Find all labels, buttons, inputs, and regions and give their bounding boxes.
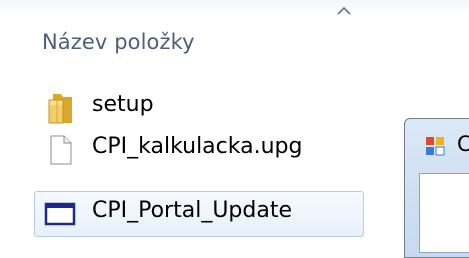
list-item-cpi-kalkulacka[interactable]: CPI_kalkulacka.upg xyxy=(34,127,364,171)
document-icon xyxy=(50,135,72,165)
file-explorer-pane: Název položky setup CPI_kalkulacka.upg C… xyxy=(0,0,469,249)
file-name: setup xyxy=(92,92,154,117)
file-name: CPI_kalkulacka.upg xyxy=(92,134,303,159)
column-header-name[interactable]: Název položky xyxy=(0,10,469,68)
dialog-title: C xyxy=(457,132,469,156)
application-window-icon xyxy=(44,202,76,226)
dialog-window[interactable]: C xyxy=(404,118,469,258)
dialog-content-area xyxy=(419,173,469,253)
file-name: CPI_Portal_Update xyxy=(92,198,292,223)
list-item-setup[interactable]: setup xyxy=(34,85,364,129)
application-icon xyxy=(426,137,445,156)
list-item-cpi-portal-update[interactable]: CPI_Portal_Update xyxy=(34,191,364,237)
column-header-label: Název položky xyxy=(42,30,195,54)
folder-icon xyxy=(48,94,72,124)
